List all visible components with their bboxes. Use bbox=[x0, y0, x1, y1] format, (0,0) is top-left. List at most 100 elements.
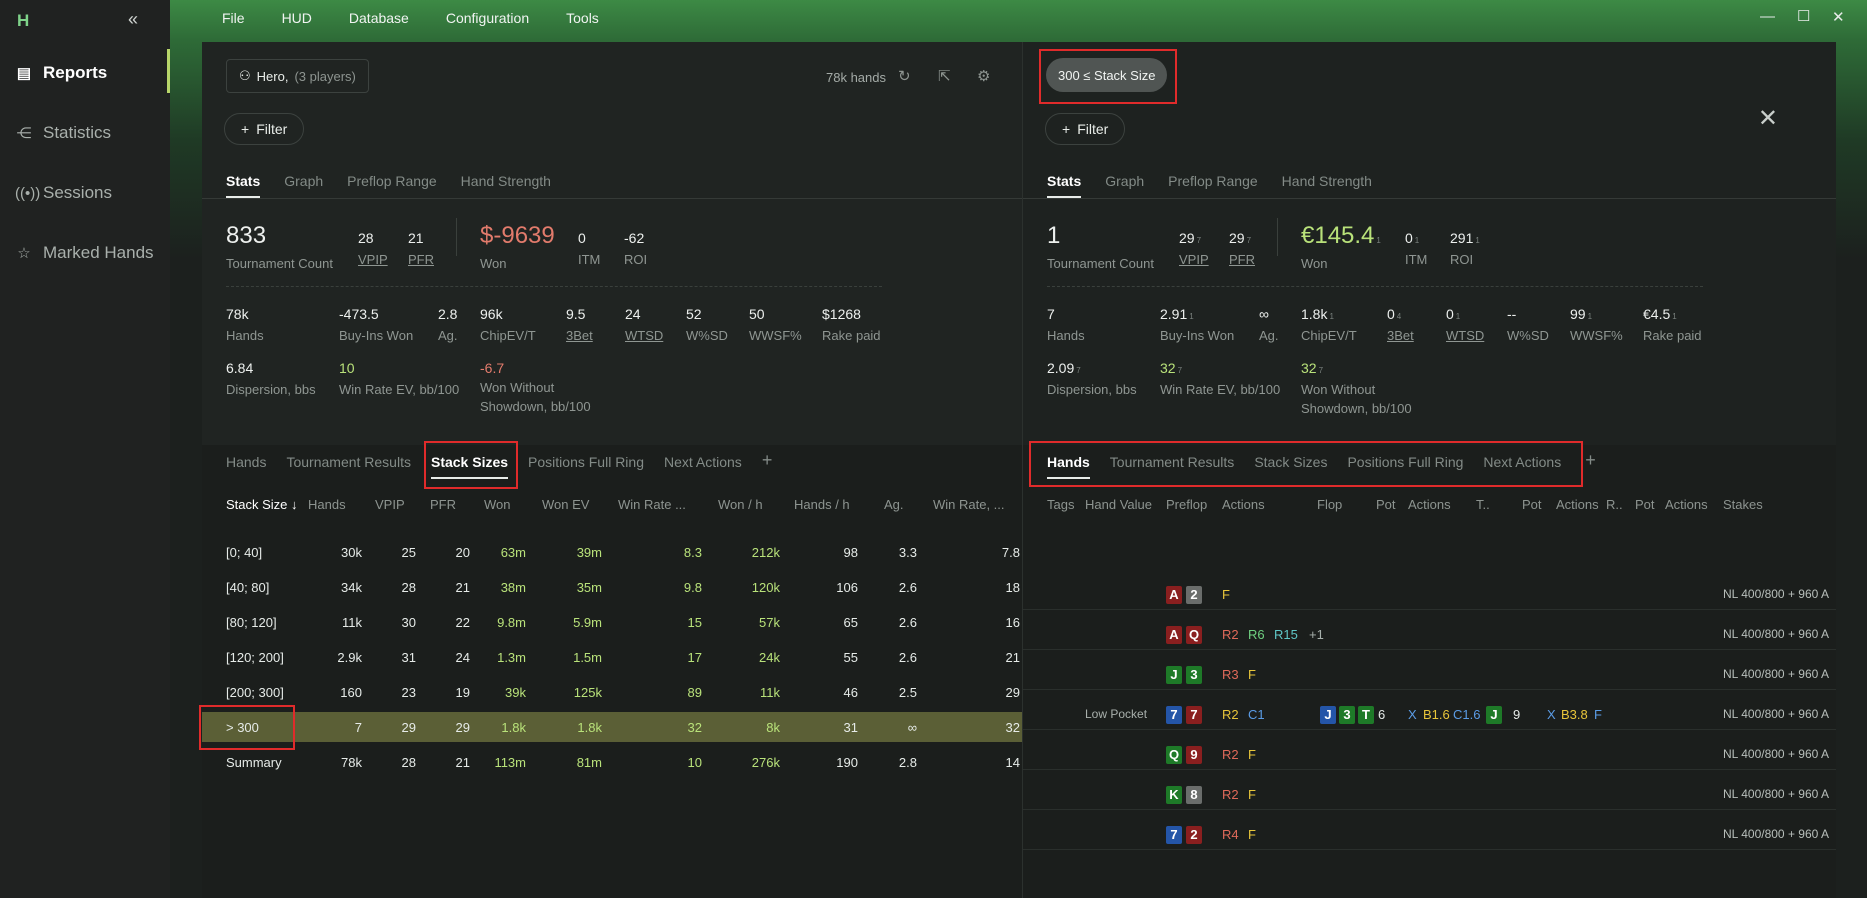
stat-wsd: -- W%SD bbox=[1507, 306, 1549, 343]
tab-graph[interactable]: Graph bbox=[1105, 173, 1144, 198]
collapse-sidebar-icon[interactable]: « bbox=[128, 9, 138, 30]
col-pfr[interactable]: PFR bbox=[430, 497, 456, 512]
tab-tournament-results[interactable]: Tournament Results bbox=[1110, 454, 1235, 479]
add-tab-button[interactable]: + bbox=[762, 450, 773, 479]
right-report-panel: ✕ + Filter Stats Graph Preflop Range Han… bbox=[1022, 42, 1836, 898]
card-icon: A bbox=[1166, 626, 1182, 644]
add-tab-button[interactable]: + bbox=[1585, 450, 1596, 479]
col-won-ev[interactable]: Won EV bbox=[542, 497, 589, 512]
minimize-icon[interactable]: — bbox=[1760, 8, 1775, 25]
tab-positions-full-ring[interactable]: Positions Full Ring bbox=[528, 454, 644, 479]
hand-row[interactable]: 7 2 R4 F NL 400/800 + 960 A bbox=[1023, 817, 1836, 850]
col-header[interactable]: Preflop bbox=[1166, 497, 1207, 512]
refresh-icon[interactable]: ↻ bbox=[898, 67, 911, 85]
hand-row[interactable]: A Q R2 R6 R15 +1 NL 400/800 + 960 A bbox=[1023, 617, 1836, 650]
tab-positions-full-ring[interactable]: Positions Full Ring bbox=[1347, 454, 1463, 479]
col-header[interactable]: Flop bbox=[1317, 497, 1342, 512]
stat-roi: -62 ROI bbox=[624, 230, 648, 267]
stat-chipev: 1.8k 1 ChipEV/T bbox=[1301, 306, 1357, 343]
col-won[interactable]: Won bbox=[484, 497, 511, 512]
sidebar-item-marked-hands[interactable]: ☆ Marked Hands bbox=[15, 238, 153, 268]
menu-database[interactable]: Database bbox=[349, 10, 409, 26]
table-row[interactable]: [80; 120] 11k 30 22 9.8m 5.9m 15 57k 65 2.6 16 bbox=[202, 607, 1022, 637]
table-row[interactable]: [200; 300] 160 23 19 39k 125k 89 11k 46 2.5 29 bbox=[202, 677, 1022, 707]
preflop-action: F bbox=[1248, 827, 1256, 842]
col-vpip[interactable]: VPIP bbox=[375, 497, 405, 512]
stat-buyins-won: -473.5 Buy-Ins Won bbox=[339, 306, 414, 343]
tab-graph[interactable]: Graph bbox=[284, 173, 323, 198]
close-panel-icon[interactable]: ✕ bbox=[1758, 104, 1778, 133]
hand-row[interactable]: Q 9 R2 F NL 400/800 + 960 A bbox=[1023, 737, 1836, 770]
stat-vpip: 29 7 VPIP bbox=[1179, 230, 1209, 267]
menu-tools[interactable]: Tools bbox=[566, 10, 599, 26]
col-header[interactable]: Pot bbox=[1376, 497, 1396, 512]
sidebar-item-reports[interactable]: ▤ Reports bbox=[15, 58, 107, 88]
col-hands[interactable]: Hands bbox=[308, 497, 346, 512]
col-header[interactable]: Pot bbox=[1522, 497, 1542, 512]
menu-file[interactable]: File bbox=[222, 10, 245, 26]
col-won-per-hour[interactable]: Won / h bbox=[718, 497, 763, 512]
col-header[interactable]: Stakes bbox=[1723, 497, 1763, 512]
tab-next-actions[interactable]: Next Actions bbox=[1483, 454, 1561, 479]
add-filter-button[interactable]: + Filter bbox=[1045, 113, 1126, 145]
hand-row[interactable]: J 3 R3 F NL 400/800 + 960 A bbox=[1023, 657, 1836, 690]
table-cell: 11k bbox=[342, 615, 362, 630]
col-header[interactable]: Actions bbox=[1222, 497, 1265, 512]
table-row[interactable]: [40; 80] 34k 28 21 38m 35m 9.8 120k 106 2.6 18 bbox=[202, 572, 1022, 602]
col-header[interactable]: Actions bbox=[1556, 497, 1599, 512]
col-hands-per-hour[interactable]: Hands / h bbox=[794, 497, 850, 512]
tab-stats[interactable]: Stats bbox=[1047, 173, 1082, 198]
export-icon[interactable]: ⇱ bbox=[938, 67, 951, 85]
preflop-action: R2 bbox=[1222, 627, 1239, 642]
table-row[interactable]: [120; 200] 2.9k 31 24 1.3m 1.5m 17 24k 55 2.6 21 bbox=[202, 642, 1022, 672]
settings-gear-icon[interactable]: ⚙ bbox=[977, 67, 990, 85]
add-filter-button[interactable]: + Filter bbox=[224, 113, 305, 145]
table-cell: 38m bbox=[500, 580, 526, 595]
tab-hand-strength[interactable]: Hand Strength bbox=[461, 173, 551, 198]
tab-preflop-range[interactable]: Preflop Range bbox=[347, 173, 437, 198]
player-selector[interactable]: ⚇ Hero, (3 players) bbox=[226, 59, 369, 93]
menu-configuration[interactable]: Configuration bbox=[446, 10, 529, 26]
window-close-icon[interactable]: ✕ bbox=[1832, 8, 1845, 26]
col-win-rate[interactable]: Win Rate ... bbox=[618, 497, 686, 512]
col-header[interactable]: T.. bbox=[1476, 497, 1490, 512]
hand-row[interactable]: A 2 F NL 400/800 + 960 A bbox=[1023, 577, 1836, 610]
menu-hud[interactable]: HUD bbox=[282, 10, 312, 26]
table-cell: 29 bbox=[455, 720, 470, 735]
tab-preflop-range[interactable]: Preflop Range bbox=[1168, 173, 1258, 198]
col-header[interactable]: Pot bbox=[1635, 497, 1655, 512]
tab-stats[interactable]: Stats bbox=[226, 173, 261, 198]
maximize-icon[interactable]: ☐ bbox=[1797, 7, 1810, 25]
col-aggression[interactable]: Ag. bbox=[884, 497, 904, 512]
tab-tournament-results[interactable]: Tournament Results bbox=[286, 454, 411, 479]
hand-row[interactable]: K 8 R2 F NL 400/800 + 960 A bbox=[1023, 777, 1836, 810]
col-header[interactable]: Hand Value bbox=[1085, 497, 1152, 512]
table-cell: 20 bbox=[455, 545, 470, 560]
col-header[interactable]: Actions bbox=[1408, 497, 1451, 512]
table-cell: 16 bbox=[1005, 615, 1020, 630]
tab-stack-sizes[interactable]: Stack Sizes bbox=[430, 454, 509, 479]
tab-stack-sizes[interactable]: Stack Sizes bbox=[1254, 454, 1327, 479]
table-row[interactable]: > 300 7 29 29 1.8k 1.8k 32 8k 31 ∞ 32 bbox=[202, 712, 1022, 742]
tab-next-actions[interactable]: Next Actions bbox=[664, 454, 742, 479]
document-icon: ▤ bbox=[16, 65, 32, 82]
table-cell: 19 bbox=[455, 685, 470, 700]
col-win-rate-2[interactable]: Win Rate, ... bbox=[933, 497, 1005, 512]
stat-rake-paid: $1268 Rake paid bbox=[822, 306, 881, 343]
sidebar-item-statistics[interactable]: ⋲ Statistics bbox=[15, 118, 112, 148]
col-stack-size[interactable]: Stack Size ↓ bbox=[226, 497, 298, 512]
table-cell: 2.5 bbox=[898, 685, 917, 700]
hand-value: Low Pocket bbox=[1085, 707, 1148, 721]
table-row[interactable]: [0; 40] 30k 25 20 63m 39m 8.3 212k 98 3.3 7.8 bbox=[202, 537, 1022, 567]
col-header[interactable]: Tags bbox=[1047, 497, 1074, 512]
stack-size-filter-chip[interactable]: 300 ≤ Stack Size bbox=[1046, 58, 1168, 92]
tab-hands[interactable]: Hands bbox=[226, 454, 266, 479]
stat-won: €145.4 1 Won bbox=[1301, 222, 1381, 271]
hand-row[interactable]: Low Pocket 7 7 R2 C1 J 3 T 6 X B1.6 C1.6 J 9 X B3.8 F NL … bbox=[1023, 697, 1836, 730]
summary-row[interactable]: Summary 78k 28 21 113m 81m 10 276k 190 2.8 14 bbox=[202, 747, 1022, 777]
col-header[interactable]: R.. bbox=[1606, 497, 1623, 512]
tab-hands[interactable]: Hands bbox=[1047, 454, 1090, 479]
tab-hand-strength[interactable]: Hand Strength bbox=[1282, 173, 1372, 198]
col-header[interactable]: Actions bbox=[1665, 497, 1708, 512]
sidebar-item-sessions[interactable]: ((•)) Sessions bbox=[15, 178, 112, 208]
